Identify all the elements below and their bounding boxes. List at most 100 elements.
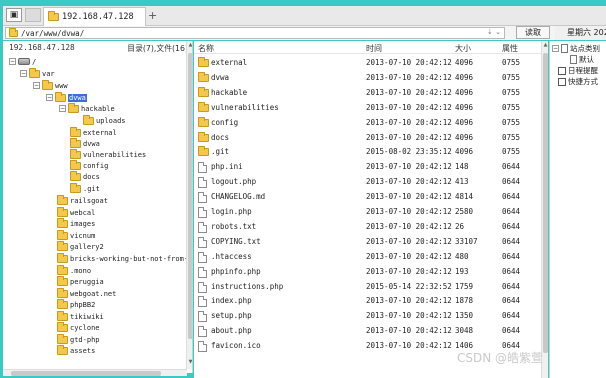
file-row[interactable]: external 2013-07-10 20:42:12 4096 0755 <box>194 55 548 70</box>
file-name: setup.php <box>211 311 252 321</box>
tree-hscrollbar[interactable] <box>3 369 187 376</box>
tree-node-vulnerabilities[interactable]: vulnerabilities <box>70 148 146 160</box>
file-name: instructions.php <box>211 281 284 291</box>
scroll-down-icon[interactable]: ▼ <box>187 359 192 365</box>
tree-node-vicnum[interactable]: vicnum <box>57 229 96 241</box>
tree-hscroll-thumb[interactable] <box>11 371 161 376</box>
folder-icon <box>198 116 209 127</box>
tree-node-cyclone[interactable]: cyclone <box>57 321 100 333</box>
file-row[interactable]: dvwa 2013-07-10 20:42:12 4096 0755 <box>194 70 548 85</box>
folder-icon <box>198 131 209 142</box>
file-time: 2015-08-02 23:35:12 <box>366 147 452 157</box>
file-scrollbar[interactable]: ▲ <box>541 41 548 378</box>
folder-icon <box>70 182 81 193</box>
file-icon <box>198 221 207 233</box>
tree-node-peruggia[interactable]: peruggia <box>57 275 104 287</box>
tree-scroll-thumb[interactable] <box>188 53 192 339</box>
blank-tab-button[interactable] <box>25 8 41 22</box>
site-category-node[interactable]: − 站点类别 <box>552 43 600 54</box>
file-size: 26 <box>455 221 465 231</box>
col-name-header[interactable]: 名称 <box>198 43 214 54</box>
collapse-icon[interactable]: − <box>20 70 27 77</box>
tree-node-gtd-php[interactable]: gtd-php <box>57 333 100 345</box>
collapse-icon[interactable]: − <box>59 105 66 112</box>
path-input[interactable]: /var/www/dvwa/ ⇣ ⌄ <box>5 27 505 39</box>
file-size: 1878 <box>455 296 474 306</box>
file-row[interactable]: php.ini 2013-07-10 20:42:12 148 0644 <box>194 159 548 174</box>
collapse-icon[interactable]: − <box>46 94 53 101</box>
tree-node-config[interactable]: config <box>70 159 108 171</box>
file-time: 2013-07-10 20:42:12 <box>366 177 452 187</box>
folder-icon <box>48 11 59 21</box>
col-time-header[interactable]: 时间 <box>366 43 382 54</box>
folder-icon <box>198 146 209 157</box>
collapse-icon[interactable]: − <box>552 45 559 52</box>
tree-node-railsgoat[interactable]: railsgoat <box>57 194 108 206</box>
file-row[interactable]: login.php 2013-07-10 20:42:12 2580 0644 <box>194 204 548 219</box>
col-size-header[interactable]: 大小 <box>455 43 471 54</box>
file-list-panel: 名称 时间 大小 属性 external 2013-07-10 20:42:12 4… <box>194 41 548 378</box>
tree-node-assets[interactable]: assets <box>57 344 95 356</box>
tree-node-hackable[interactable]: − hackable <box>59 102 115 114</box>
tree-node-gallery2[interactable]: gallery2 <box>57 240 104 252</box>
collapse-icon[interactable]: − <box>33 82 40 89</box>
tree-node-webcal[interactable]: webcal <box>57 206 95 218</box>
file-row[interactable]: docs 2013-07-10 20:42:12 4096 0755 <box>194 130 548 145</box>
tree-node-tikiwiki[interactable]: tikiwiki <box>57 310 104 322</box>
tree-node-images[interactable]: images <box>57 217 95 229</box>
shortcut-node[interactable]: 快捷方式 <box>558 76 598 87</box>
tree-node-www[interactable]: − www <box>33 79 68 91</box>
new-tab-button[interactable]: + <box>148 9 157 22</box>
file-row[interactable]: about.php 2013-07-10 20:42:12 3048 0644 <box>194 323 548 338</box>
folder-icon <box>57 287 68 298</box>
tree-node-var[interactable]: − var <box>20 67 55 79</box>
schedule-node[interactable]: 日程提醒 <box>558 65 598 76</box>
tree-scrollbar[interactable]: ▲ ▼ <box>186 41 192 369</box>
path-dropdown-icon[interactable]: ⇣ ⌄ <box>487 28 501 36</box>
file-row[interactable]: instructions.php 2015-05-14 22:32:52 1759 0… <box>194 279 548 294</box>
file-name: logout.php <box>211 177 257 187</box>
file-time: 2013-07-10 20:42:12 <box>366 251 452 261</box>
tree-node-dvwa[interactable]: dvwa <box>70 137 100 149</box>
file-row[interactable]: config 2013-07-10 20:42:12 4096 0755 <box>194 115 548 130</box>
scroll-up-icon[interactable]: ▲ <box>542 42 548 48</box>
col-attr-header[interactable]: 属性 <box>502 43 518 54</box>
file-scroll-thumb[interactable] <box>543 53 548 353</box>
tree-node-git[interactable]: .git <box>70 182 100 194</box>
file-row[interactable]: hackable 2013-07-10 20:42:12 4096 0755 <box>194 85 548 100</box>
file-time: 2013-07-10 20:42:12 <box>366 132 452 142</box>
tree-node-root[interactable]: − / <box>9 56 36 67</box>
default-node[interactable]: 默认 <box>570 54 594 65</box>
tab-host[interactable]: 192.168.47.128 <box>43 7 146 26</box>
tree-node-mono[interactable]: .mono <box>57 264 91 276</box>
file-row[interactable]: logout.php 2013-07-10 20:42:12 413 0644 <box>194 174 548 189</box>
file-row[interactable]: .htaccess 2013-07-10 20:42:12 480 0644 <box>194 249 548 264</box>
tree-label: webgoat.net <box>70 289 117 298</box>
file-icon <box>198 177 207 189</box>
tree-node-webgoat[interactable]: webgoat.net <box>57 287 117 299</box>
collapse-icon[interactable]: − <box>9 58 16 65</box>
file-row[interactable]: CHANGELOG.md 2013-07-10 20:42:12 4814 0644 <box>194 189 548 204</box>
file-row[interactable]: robots.txt 2013-07-10 20:42:12 26 0644 <box>194 219 548 234</box>
file-row[interactable]: .git 2015-08-02 23:35:12 4096 0755 <box>194 144 548 159</box>
file-row[interactable]: setup.php 2013-07-10 20:42:12 1350 0644 <box>194 308 548 323</box>
tree-node-docs[interactable]: docs <box>70 170 100 182</box>
scroll-up-icon[interactable]: ▲ <box>187 42 192 48</box>
file-name: docs <box>211 132 230 142</box>
tree-node-uploads[interactable]: uploads <box>83 114 126 126</box>
file-row[interactable]: vulnerabilities 2013-07-10 20:42:12 4096 07… <box>194 100 548 115</box>
tree-node-external[interactable]: external <box>70 126 117 138</box>
tree-label: vicnum <box>70 231 96 240</box>
folder-icon <box>198 101 209 112</box>
file-row[interactable]: phpinfo.php 2013-07-10 20:42:12 193 0644 <box>194 264 548 279</box>
file-attr: 0755 <box>502 72 521 82</box>
file-name: CHANGELOG.md <box>211 192 266 202</box>
tree-node-phpbb2[interactable]: phpBB2 <box>57 298 95 310</box>
tree-node-dvwa-selected[interactable]: − dvwa <box>46 91 87 103</box>
app-menu-icon[interactable]: ▣ <box>6 8 22 22</box>
tree-node-bricks[interactable]: bricks-working-but-not-from- <box>57 252 188 264</box>
folder-icon <box>70 170 81 181</box>
file-row[interactable]: COPYING.txt 2013-07-10 20:42:12 33107 0644 <box>194 234 548 249</box>
file-row[interactable]: index.php 2013-07-10 20:42:12 1878 0644 <box>194 293 548 308</box>
read-button[interactable]: 读取 <box>516 26 550 39</box>
